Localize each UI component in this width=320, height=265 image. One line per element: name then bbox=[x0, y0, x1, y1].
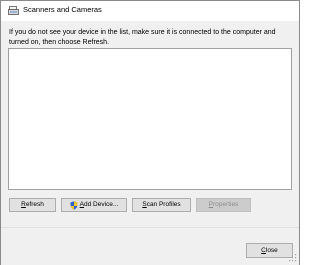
device-list[interactable] bbox=[8, 48, 292, 190]
close-button[interactable]: Close bbox=[246, 243, 293, 258]
uac-shield-icon bbox=[70, 200, 78, 210]
refresh-button[interactable]: Refresh bbox=[9, 198, 56, 212]
properties-button[interactable]: Properties bbox=[196, 198, 251, 212]
refresh-label: efresh bbox=[25, 201, 44, 208]
scan-profiles-label: can Profiles bbox=[146, 201, 181, 208]
scan-profiles-button[interactable]: Scan Profiles bbox=[132, 198, 191, 212]
resize-grip-icon[interactable] bbox=[289, 254, 297, 262]
properties-label: roperties bbox=[213, 201, 239, 208]
window-title: Scanners and Cameras bbox=[23, 5, 102, 14]
close-label: lose bbox=[265, 247, 278, 254]
add-device-button[interactable]: Add Device... bbox=[61, 198, 127, 212]
dialog-window: Scanners and Cameras If you do not see y… bbox=[0, 0, 300, 265]
title-bar[interactable]: Scanners and Cameras bbox=[1, 1, 299, 21]
instructions-text: If you do not see your device in the lis… bbox=[9, 29, 276, 46]
scanner-icon bbox=[8, 6, 19, 15]
add-device-label: dd Device... bbox=[84, 201, 119, 208]
